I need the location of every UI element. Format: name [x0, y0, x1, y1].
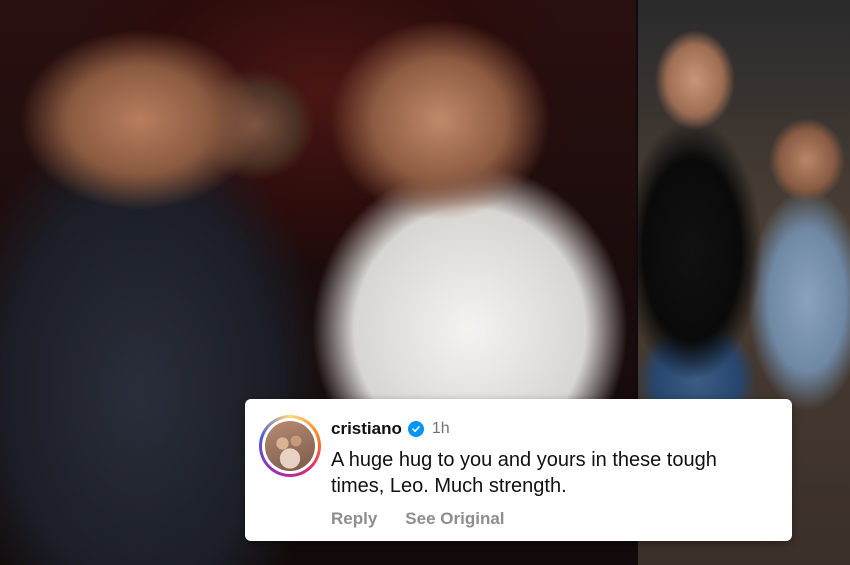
instagram-comment-card: cristiano 1h A huge hug to you and yours…: [245, 399, 792, 541]
comment-actions: Reply See Original: [331, 509, 505, 529]
avatar: [265, 421, 315, 471]
avatar-story-ring[interactable]: [259, 415, 321, 477]
comment-timestamp: 1h: [431, 420, 450, 437]
see-original-button[interactable]: See Original: [405, 509, 504, 529]
reply-button[interactable]: Reply: [331, 509, 377, 529]
verified-badge-icon: [407, 421, 424, 437]
username[interactable]: cristiano: [331, 419, 402, 439]
comment-header: cristiano 1h: [331, 419, 450, 439]
comment-text: A huge hug to you and yours in these tou…: [331, 449, 717, 497]
